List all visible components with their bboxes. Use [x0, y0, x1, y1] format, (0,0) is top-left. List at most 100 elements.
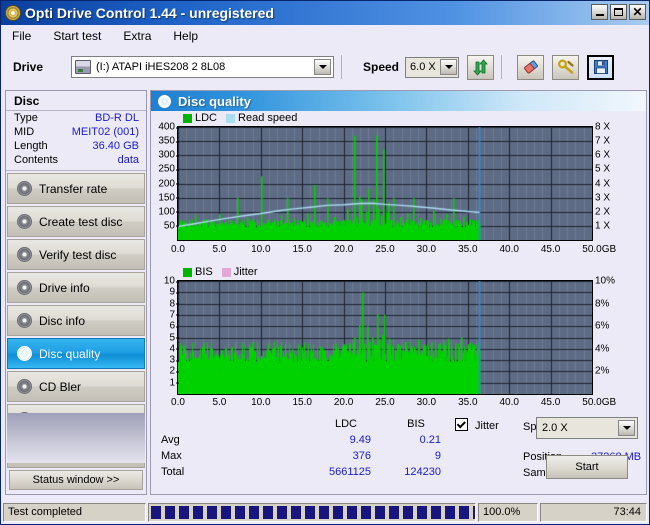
- axis-tick-label: 5.0: [212, 244, 227, 255]
- maximize-button[interactable]: [610, 4, 627, 20]
- stats-avg-ldc: 9.49: [349, 434, 371, 446]
- legend-swatch-ldc: [183, 113, 192, 123]
- disc-info-key: Type: [14, 112, 38, 124]
- axis-tick-label: 1 X: [595, 220, 611, 232]
- axis-tick-label: 2%: [595, 365, 610, 377]
- settings-button[interactable]: [552, 54, 580, 80]
- axis-tick-label: 45.0: [540, 397, 561, 408]
- axis-tick-label: 50.0: [582, 397, 602, 408]
- disc-icon: [17, 313, 32, 328]
- disc-info-row-mid: MID MEIT02 (001): [6, 125, 146, 139]
- disc-info-value: MEIT02 (001): [71, 126, 139, 138]
- sidebar-item-label: Transfer rate: [39, 181, 108, 196]
- menu-item-extra[interactable]: Extra: [120, 28, 154, 44]
- minimize-button[interactable]: [591, 4, 608, 20]
- axis-tick-label: 10: [149, 276, 179, 287]
- axis-tick-label: 3: [149, 355, 179, 366]
- menu-item-start-test[interactable]: Start test: [50, 28, 104, 44]
- toolbar-divider-2: [501, 55, 503, 79]
- disc-info-value: 36.40 GB: [92, 140, 139, 152]
- sidebar-item-disc-quality[interactable]: Disc quality: [7, 338, 145, 369]
- axis-tick-label: 200: [149, 178, 179, 189]
- axis-tick-label: 7 X: [595, 135, 611, 147]
- stats-row-label-avg: Avg: [161, 434, 180, 446]
- menu-item-help[interactable]: Help: [170, 28, 201, 44]
- axis-tick-label: 9: [149, 287, 179, 298]
- progress-block: [319, 505, 329, 519]
- legend-label-read-speed: Read speed: [238, 112, 298, 124]
- disc-icon: [17, 379, 32, 394]
- sidebar-item-label: Disc quality: [39, 346, 101, 361]
- axis-tick-label: 5: [149, 332, 179, 343]
- chevron-down-icon[interactable]: [618, 420, 635, 436]
- disc-info-value: data: [117, 154, 139, 166]
- axis-tick-label: 150: [149, 192, 179, 203]
- disc-info-value: BD-R DL: [94, 112, 139, 124]
- sidebar-item-drive-info[interactable]: Drive info: [7, 272, 145, 303]
- axis-tick-label: 25.0: [375, 244, 395, 255]
- bis-x-axis: 0.0 5.0 10.0 15.0 20.0 25.0 30.0 35.0 40.0 45.0 50…: [151, 397, 648, 411]
- axis-tick-label: 50: [149, 220, 179, 231]
- progress-block: [179, 505, 189, 519]
- eraser-icon: [523, 60, 538, 74]
- application-window: Opti Drive Control 1.44 - unregistered ✕…: [0, 0, 650, 525]
- axis-tick-label: 300: [149, 150, 179, 161]
- save-button[interactable]: [587, 54, 615, 80]
- axis-tick-label: 35.0: [458, 397, 478, 408]
- progress-block: [347, 505, 357, 519]
- disc-info-key: Length: [14, 140, 48, 152]
- status-window-label: Status window >>: [32, 474, 120, 486]
- disc-quality-panel: Disc quality LDC Read speed 50 100 150 200 2…: [150, 90, 647, 495]
- bis-chart: BIS Jitter 1 2 3 4 5 6 7 8 9 10 2% 4% 6% 8% 10% 0.0 5.…: [151, 266, 648, 416]
- erase-button[interactable]: [517, 54, 545, 80]
- speed-label: Speed: [363, 60, 400, 74]
- axis-tick-label: 8%: [595, 298, 610, 310]
- start-button[interactable]: Start: [546, 455, 628, 479]
- progress-block: [361, 505, 371, 519]
- disc-icon: [17, 214, 32, 229]
- axis-tick-label: 4 X: [595, 178, 611, 189]
- progress-block: [431, 505, 441, 519]
- sidebar-item-cd-bler[interactable]: CD Bler: [7, 371, 145, 402]
- drive-select[interactable]: (I:) ATAPI iHES208 2 8L08: [71, 56, 334, 78]
- axis-tick-label: 1: [149, 377, 179, 388]
- elapsed-time: 73:44: [540, 502, 647, 522]
- chevron-down-icon[interactable]: [440, 58, 458, 75]
- legend-swatch-jitter: [221, 267, 231, 277]
- sidebar-item-transfer-rate[interactable]: Transfer rate: [7, 173, 145, 204]
- progress-block: [193, 505, 203, 519]
- floppy-save-icon: [593, 60, 608, 74]
- axis-tick-label: 10.0: [251, 397, 271, 408]
- axis-tick-label: 40.0: [499, 244, 519, 255]
- sidebar-filler: [7, 413, 145, 463]
- legend-label-bis: BIS: [195, 266, 213, 278]
- toolbar: Drive (I:) ATAPI iHES208 2 8L08 Speed 6.…: [1, 46, 649, 88]
- menu-item-file[interactable]: File: [9, 28, 34, 44]
- status-window-button[interactable]: Status window >>: [9, 470, 143, 490]
- progress-block: [417, 505, 427, 519]
- sidebar-item-label: Drive info: [39, 280, 90, 295]
- disc-info-row-contents: Contents data: [6, 153, 146, 167]
- progress-percent: 100.0%: [478, 502, 538, 522]
- axis-tick-label: 20.0: [333, 397, 354, 408]
- status-bar: Test completed 100.0% 73:44: [1, 502, 649, 524]
- axis-tick-label: 15.0: [292, 397, 312, 408]
- progress-block: [459, 505, 469, 519]
- speed-select[interactable]: 6.0 X: [405, 56, 460, 78]
- sidebar-item-verify-test-disc[interactable]: Verify test disc: [7, 239, 145, 270]
- axis-tick-label: 0.0: [171, 397, 185, 408]
- axis-tick-label: 30.0: [416, 244, 437, 255]
- progress-block: [207, 505, 217, 519]
- chevron-down-icon[interactable]: [314, 59, 331, 75]
- x-axis-unit-label: GB: [601, 244, 617, 255]
- refresh-button[interactable]: [467, 54, 495, 80]
- axis-tick-label: 6 X: [595, 149, 611, 161]
- axis-tick-label: 10.0: [251, 244, 271, 255]
- stats-total-bis: 124230: [404, 466, 441, 478]
- jitter-checkbox[interactable]: [455, 418, 468, 431]
- sidebar-item-create-test-disc[interactable]: Create test disc: [7, 206, 145, 237]
- sidebar-item-disc-info[interactable]: Disc info: [7, 305, 145, 336]
- close-button[interactable]: ✕: [629, 4, 646, 20]
- stats-col-ldc: LDC: [334, 418, 357, 430]
- test-speed-select[interactable]: 2.0 X: [536, 417, 638, 439]
